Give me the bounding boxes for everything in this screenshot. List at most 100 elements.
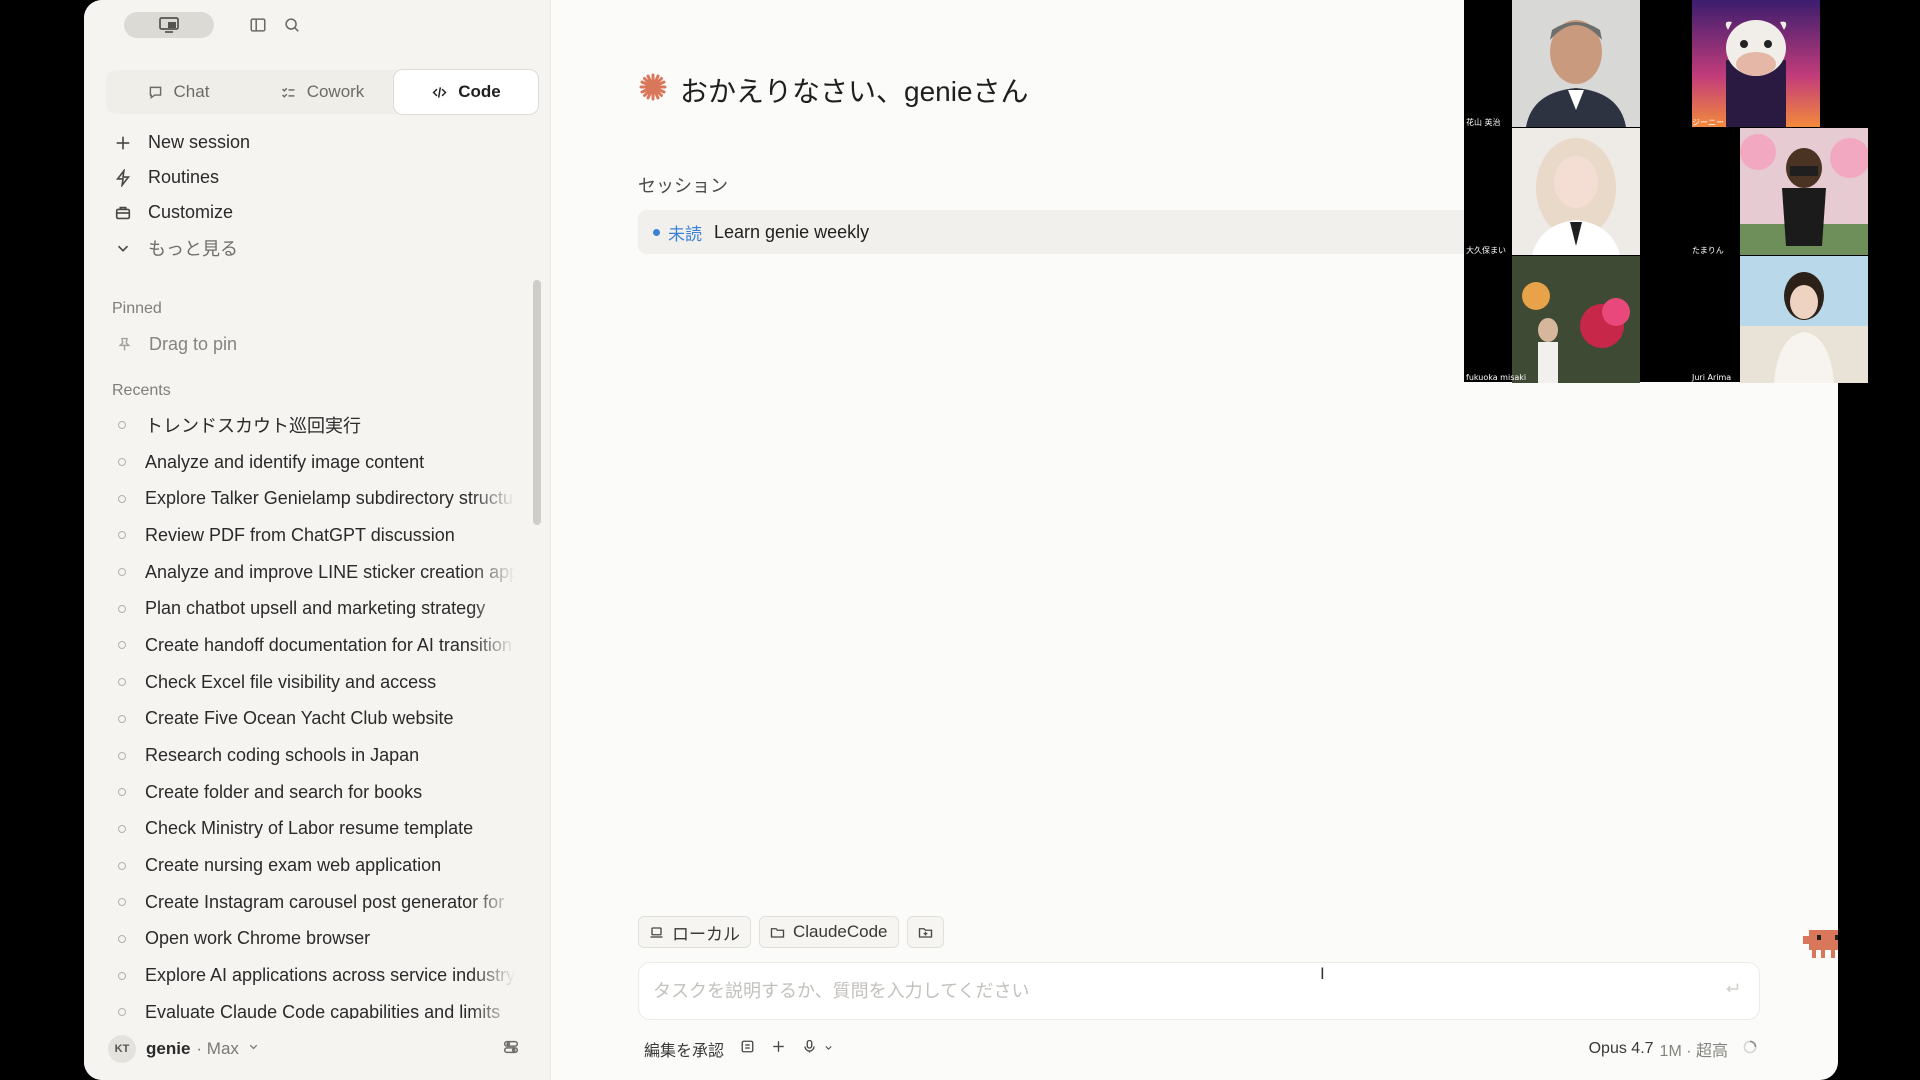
recent-item[interactable]: Explore AI applications across service i…: [116, 957, 598, 994]
composer-toolbar: 編集を承認 Opus 4.7 1M · 超高: [644, 1038, 1758, 1060]
pinned-label: Pinned: [112, 300, 162, 317]
session-dot-icon: [118, 714, 126, 723]
participant-name: fukuoka misaki: [1466, 373, 1527, 382]
participant-name: 花山 英治: [1466, 118, 1501, 127]
folder-select-button[interactable]: ClaudeCode: [759, 916, 899, 948]
video-tile: [1512, 256, 1640, 383]
model-name: Opus 4.7: [1588, 1040, 1654, 1057]
add-folder-button[interactable]: [906, 916, 944, 948]
context-info: 1M · 超高: [1659, 1043, 1728, 1060]
avatar: KT: [108, 1035, 136, 1063]
task-input[interactable]: [639, 979, 1723, 1003]
task-input-box[interactable]: [638, 962, 1760, 1020]
sidebar-toggle-icon[interactable]: [248, 15, 268, 35]
local-env-button[interactable]: ローカル: [638, 916, 751, 948]
recent-item[interactable]: Analyze and improve LINE sticker creatio…: [116, 554, 598, 591]
video-tile: [1740, 128, 1868, 255]
session-dot-icon: [118, 788, 126, 797]
bolt-icon: [115, 168, 131, 187]
plan-label: · Max: [196, 1039, 239, 1058]
session-dot-icon: [118, 898, 126, 907]
unread-dot-icon: [653, 228, 660, 236]
recents-list: トレンドスカウト巡回実行 Analyze and identify image …: [116, 407, 598, 1019]
laptop-icon: [650, 926, 663, 938]
session-dot-icon: [118, 641, 126, 650]
sidebar-scrollbar[interactable]: [533, 280, 541, 525]
chevron-down-icon: [117, 245, 129, 252]
show-more-button[interactable]: もっと見る: [114, 230, 250, 265]
user-name: genie: [146, 1039, 191, 1058]
accept-edits-toggle[interactable]: 編集を承認: [644, 1037, 724, 1061]
sessions-label: セッション: [638, 176, 728, 196]
chevron-down-icon[interactable]: [823, 1040, 834, 1058]
settings-toggle-icon[interactable]: [502, 1038, 520, 1061]
recent-item[interactable]: Plan chatbot upsell and marketing strate…: [116, 590, 598, 627]
participant-name: Juri Arima: [1692, 373, 1732, 382]
drag-to-pin-hint: Drag to pin: [116, 334, 237, 355]
participant-name: ジーニー: [1692, 118, 1724, 127]
recent-item[interactable]: Explore Talker Genielamp subdirectory st…: [116, 480, 598, 517]
session-dot-icon: [118, 568, 126, 577]
cowork-icon: [281, 87, 295, 98]
session-dot-icon: [118, 458, 126, 467]
add-attachment-icon[interactable]: [771, 1039, 786, 1059]
customize-button[interactable]: Customize: [114, 195, 250, 230]
monitor-button[interactable]: [124, 12, 214, 38]
briefcase-icon: [115, 206, 131, 219]
recent-item[interactable]: Evaluate Claude Code capabilities and li…: [116, 994, 598, 1019]
session-dot-icon: [118, 678, 126, 687]
recent-item[interactable]: Research coding schools in Japan: [116, 737, 598, 774]
sidebar-top-toolbar: [124, 12, 302, 38]
recent-item[interactable]: Check Excel file visibility and access: [116, 664, 598, 701]
send-icon[interactable]: [1723, 980, 1741, 1003]
recents-label: Recents: [112, 382, 171, 399]
recent-item[interactable]: Create nursing exam web application: [116, 847, 598, 884]
microphone-icon[interactable]: [802, 1039, 817, 1059]
new-session-button[interactable]: New session: [114, 125, 250, 160]
video-call-panel: 花山 英治 ジーニー 大久保まい たまりん fukuoka misaki Jur…: [1464, 0, 1920, 383]
tab-chat[interactable]: Chat: [106, 70, 250, 114]
chevron-down-icon: [247, 1040, 260, 1058]
model-selector[interactable]: Opus 4.7 1M · 超高: [1589, 1037, 1758, 1061]
claude-sunburst-icon: [638, 72, 668, 109]
mascot-icon: [1803, 926, 1838, 965]
session-dot-icon: [118, 1008, 126, 1017]
welcome-text: おかえりなさい、genieさん: [680, 76, 1029, 107]
text-cursor-icon: I: [1320, 964, 1325, 983]
sidebar-menu: New session Routines Customize もっと見る: [114, 125, 250, 265]
plus-icon: [116, 136, 130, 149]
session-dot-icon: [118, 751, 126, 760]
environment-chips: ローカル ClaudeCode: [638, 916, 944, 948]
tab-cowork[interactable]: Cowork: [250, 70, 394, 114]
monitor-icon: [159, 17, 179, 33]
chat-icon: [149, 86, 161, 99]
account-menu[interactable]: KT genie · Max: [108, 1032, 528, 1066]
recent-item[interactable]: トレンドスカウト巡回実行: [116, 407, 598, 444]
session-dot-icon: [118, 421, 126, 430]
recent-item[interactable]: Create handoff documentation for AI tran…: [116, 627, 598, 664]
sidebar: Chat Cowork Code New session Routines Cu…: [84, 0, 551, 1080]
recent-item[interactable]: Check Ministry of Labor resume template: [116, 811, 598, 848]
plan-mode-icon[interactable]: [740, 1039, 755, 1059]
video-tile: [1740, 256, 1868, 383]
loading-spinner-icon: [1734, 1039, 1758, 1060]
unread-badge: 未読: [668, 224, 702, 244]
recent-item[interactable]: Create Instagram carousel post generator…: [116, 884, 598, 921]
recent-item[interactable]: Analyze and identify image content: [116, 444, 598, 481]
recent-item[interactable]: Open work Chrome browser: [116, 921, 598, 958]
session-dot-icon: [118, 971, 126, 980]
folder-icon: [770, 927, 785, 938]
tab-code[interactable]: Code: [394, 70, 538, 114]
recent-item[interactable]: Review PDF from ChatGPT discussion: [116, 517, 598, 554]
routines-button[interactable]: Routines: [114, 160, 250, 195]
session-dot-icon: [118, 604, 126, 613]
session-row[interactable]: 未読 Learn genie weekly: [638, 210, 1538, 254]
session-dot-icon: [118, 861, 126, 870]
session-dot-icon: [118, 934, 126, 943]
recent-item[interactable]: Create Five Ocean Yacht Club website: [116, 701, 598, 738]
recent-item[interactable]: Create folder and search for books: [116, 774, 598, 811]
video-tile: [1512, 128, 1640, 255]
search-icon[interactable]: [282, 15, 302, 35]
session-title: Learn genie weekly: [714, 221, 870, 242]
video-tile: [1512, 0, 1640, 127]
